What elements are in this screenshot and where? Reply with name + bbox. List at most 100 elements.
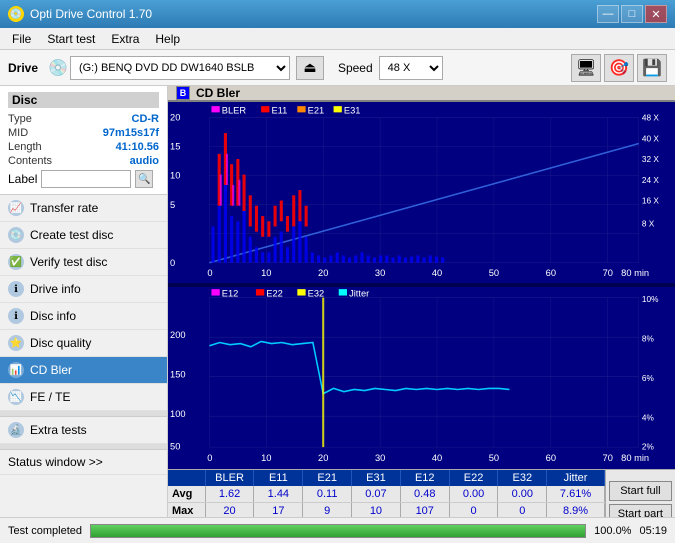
avg-e32: 0.00 [498, 486, 547, 502]
stats-table: BLER E11 E21 E31 E12 E22 E32 Jitter Avg … [168, 470, 605, 517]
header-e21: E21 [303, 470, 352, 486]
sidebar-item-fe-te[interactable]: 📉 FE / TE [0, 384, 167, 411]
start-buttons: Start full Start part [605, 470, 675, 517]
sidebar-item-transfer-rate[interactable]: 📈 Transfer rate [0, 195, 167, 222]
svg-text:E31: E31 [344, 105, 361, 115]
svg-text:10%: 10% [642, 294, 659, 304]
sidebar-item-extra-tests[interactable]: 🔬 Extra tests [0, 417, 167, 444]
sidebar-label-transfer-rate: Transfer rate [30, 201, 98, 215]
svg-text:70: 70 [603, 268, 613, 278]
svg-text:Jitter: Jitter [349, 289, 369, 300]
svg-text:48 X: 48 X [642, 114, 659, 123]
sidebar-nav: 📈 Transfer rate 💿 Create test disc ✅ Ver… [0, 195, 167, 517]
svg-text:16 X: 16 X [642, 197, 659, 206]
svg-text:0: 0 [207, 453, 212, 464]
svg-text:60: 60 [546, 268, 556, 278]
status-window-label: Status window >> [8, 455, 103, 469]
svg-text:0: 0 [207, 268, 212, 278]
sidebar-item-drive-info[interactable]: ℹ Drive info [0, 276, 167, 303]
header-bler: BLER [206, 470, 255, 486]
menu-file[interactable]: File [4, 30, 39, 48]
sidebar-item-disc-info[interactable]: ℹ Disc info [0, 303, 167, 330]
stats-header: BLER E11 E21 E31 E12 E22 E32 Jitter [168, 470, 605, 486]
y-label-15: 15 [170, 142, 180, 152]
svg-text:8%: 8% [642, 334, 654, 344]
label-input[interactable] [41, 170, 131, 188]
sidebar-item-verify-test-disc[interactable]: ✅ Verify test disc [0, 249, 167, 276]
menu-start-test[interactable]: Start test [39, 30, 103, 48]
drive-select[interactable]: (G:) BENQ DVD DD DW1640 BSLB [70, 56, 290, 80]
sidebar-item-cd-bler[interactable]: 📊 CD Bler [0, 357, 167, 384]
main-content: Disc Type CD-R MID 97m15s17f Length 41:1… [0, 86, 675, 517]
sidebar-label-create-test-disc: Create test disc [30, 228, 113, 242]
svg-text:70: 70 [603, 453, 613, 464]
svg-text:2%: 2% [642, 442, 654, 452]
progress-bar-fill [91, 525, 585, 537]
toolbar-btn-3[interactable]: 💾 [637, 54, 667, 82]
svg-text:80 min: 80 min [621, 453, 649, 464]
toolbar-btn-2[interactable]: 🎯 [604, 54, 634, 82]
svg-text:50: 50 [489, 453, 499, 464]
drive-bar: Drive 💿 (G:) BENQ DVD DD DW1640 BSLB ⏏ S… [0, 50, 675, 86]
avg-e12: 0.48 [401, 486, 450, 502]
menu-help[interactable]: Help [147, 30, 188, 48]
stats-row-avg: Avg 1.62 1.44 0.11 0.07 0.48 0.00 0.00 7… [168, 486, 605, 503]
toolbar-btn-1[interactable]: 🖥 [571, 54, 601, 82]
svg-text:10: 10 [261, 268, 271, 278]
svg-text:6%: 6% [642, 373, 654, 383]
drive-eject-button[interactable]: ⏏ [296, 56, 324, 80]
verify-test-disc-icon: ✅ [8, 254, 24, 270]
svg-text:E12: E12 [222, 289, 239, 300]
disc-mid-key: MID [8, 127, 28, 139]
svg-text:32 X: 32 X [642, 155, 659, 164]
svg-text:50: 50 [489, 268, 499, 278]
avg-label: Avg [168, 486, 206, 502]
avg-e21: 0.11 [303, 486, 352, 502]
avg-jitter: 7.61% [547, 486, 605, 502]
chart-title: CD Bler [196, 86, 240, 100]
disc-length-row: Length 41:10.56 [8, 140, 159, 154]
sidebar-item-disc-quality[interactable]: ⭐ Disc quality [0, 330, 167, 357]
disc-type-key: Type [8, 113, 32, 125]
disc-length-val: 41:10.56 [116, 141, 159, 153]
svg-text:20: 20 [318, 268, 328, 278]
svg-text:200: 200 [170, 331, 186, 342]
svg-text:8 X: 8 X [642, 219, 655, 228]
max-e22: 0 [450, 503, 499, 517]
charts-container: 20 15 10 5 0 48 X 40 X 32 X 24 X 16 X 8 … [168, 102, 675, 469]
sidebar-label-extra-tests: Extra tests [30, 423, 87, 437]
sidebar: Disc Type CD-R MID 97m15s17f Length 41:1… [0, 86, 168, 517]
app-icon: 💿 [8, 6, 24, 22]
stats-container: BLER E11 E21 E31 E12 E22 E32 Jitter Avg … [168, 470, 675, 517]
disc-title: Disc [8, 92, 159, 108]
minimize-button[interactable]: — [597, 5, 619, 23]
label-button[interactable]: 🔍 [135, 170, 153, 188]
avg-bler: 1.62 [206, 486, 255, 502]
svg-text:40: 40 [432, 268, 442, 278]
menu-bar: File Start test Extra Help [0, 28, 675, 50]
sidebar-label-cd-bler: CD Bler [30, 363, 72, 377]
disc-mid-val: 97m15s17f [103, 127, 159, 139]
header-e12: E12 [401, 470, 450, 486]
disc-info-icon: ℹ [8, 308, 24, 324]
max-e32: 0 [498, 503, 547, 517]
header-e11: E11 [254, 470, 303, 486]
svg-text:10: 10 [261, 453, 271, 464]
cd-bler-icon: 📊 [8, 362, 24, 378]
sidebar-item-create-test-disc[interactable]: 💿 Create test disc [0, 222, 167, 249]
menu-extra[interactable]: Extra [103, 30, 147, 48]
speed-select[interactable]: 48 X [379, 56, 443, 80]
max-e11: 17 [254, 503, 303, 517]
disc-type-val: CD-R [132, 113, 160, 125]
svg-text:E32: E32 [308, 289, 325, 300]
sidebar-label-disc-info: Disc info [30, 309, 76, 323]
start-part-button[interactable]: Start part [609, 504, 672, 517]
transfer-rate-icon: 📈 [8, 200, 24, 216]
maximize-button[interactable]: □ [621, 5, 643, 23]
close-button[interactable]: ✕ [645, 5, 667, 23]
svg-text:E21: E21 [308, 105, 325, 115]
start-full-button[interactable]: Start full [609, 481, 672, 501]
sidebar-item-status-window[interactable]: Status window >> [0, 450, 167, 475]
svg-text:4%: 4% [642, 413, 654, 423]
drive-info-icon: ℹ [8, 281, 24, 297]
